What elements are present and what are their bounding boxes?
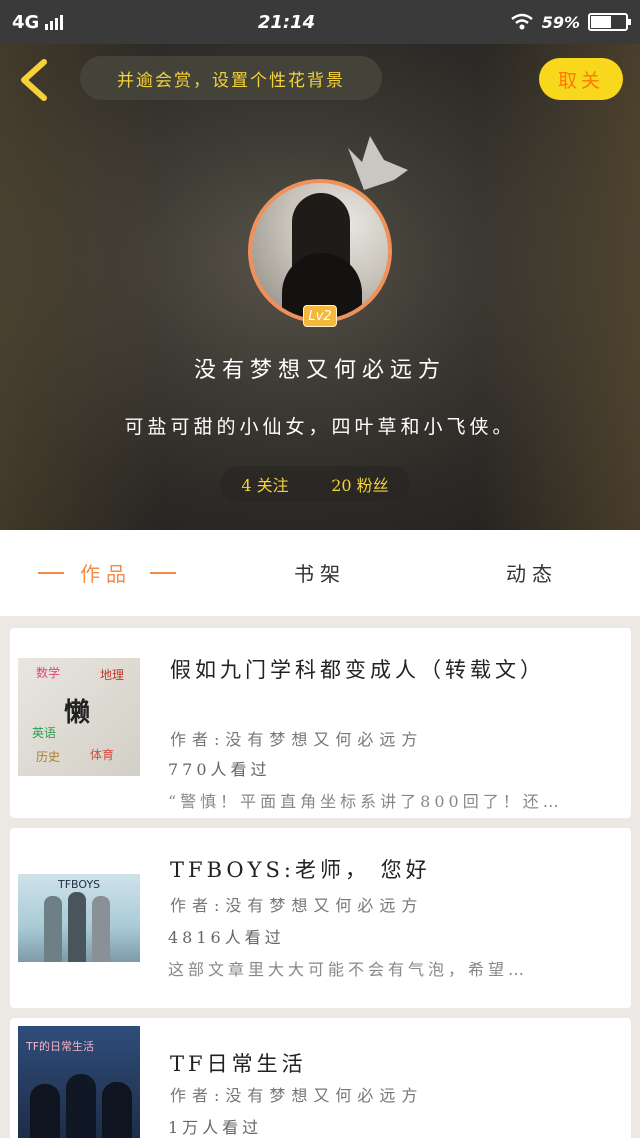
tab-works[interactable]: 作品 — [80, 558, 132, 587]
stats-pill: 4 关注 20 粉丝 — [220, 466, 410, 502]
status-time: 21:14 — [257, 11, 316, 33]
tab-bookshelf[interactable]: 书架 — [294, 558, 346, 587]
battery-icon — [588, 13, 631, 31]
work-author: 作者:没有梦想又何必远方 — [170, 896, 424, 915]
work-card[interactable]: 数学 地理 英语 懒 历史 体育 假如九门学科都变成人（转载文） 作者:没有梦想… — [10, 628, 631, 818]
status-left: 4G — [12, 11, 64, 33]
battery-percent: 59% — [541, 12, 580, 32]
cover-label: 地理 — [100, 668, 125, 682]
tab-activity[interactable]: 动态 — [506, 558, 558, 587]
bio: 可盐可甜的小仙女，四叶草和小飞侠。 — [124, 416, 516, 438]
work-author: 作者:没有梦想又何必远方 — [170, 1086, 424, 1105]
cover-label: 懒 — [64, 698, 91, 728]
work-card[interactable]: TFBOYS TFBOYS:老师， 您好 作者:没有梦想又何必远方 4816人看… — [10, 828, 631, 1008]
cover-figure — [92, 896, 110, 962]
work-cover: TF的日常生活 — [18, 1026, 140, 1138]
work-views: 1万人看过 — [168, 1118, 263, 1137]
cover-figure — [68, 892, 86, 962]
followers-count[interactable]: 20 粉丝 — [331, 472, 388, 496]
username: 没有梦想又何必远方 — [193, 358, 446, 383]
work-views: 770人看过 — [168, 760, 271, 779]
work-snippet: “警慎！平面直角坐标系讲了800回了！还… — [168, 792, 563, 811]
work-title[interactable]: TF日常生活 — [170, 1048, 307, 1078]
status-bar: 4G 21:14 59% — [0, 0, 640, 44]
status-right: 59% — [510, 12, 631, 32]
level-badge: Lv2 — [303, 305, 337, 327]
work-cover: 数学 地理 英语 懒 历史 体育 — [18, 658, 140, 776]
cover-label: 体育 — [90, 748, 115, 762]
work-title[interactable]: TFBOYS:老师， 您好 — [170, 854, 431, 884]
cover-label: 数学 — [36, 666, 61, 680]
avatar[interactable] — [248, 179, 392, 323]
cover-figure — [30, 1084, 60, 1138]
work-title[interactable]: 假如九门学科都变成人（转载文） — [170, 654, 545, 684]
work-card[interactable]: TF的日常生活 TF日常生活 作者:没有梦想又何必远方 1万人看过 — [10, 1018, 631, 1138]
cover-label: TFBOYS — [58, 878, 101, 891]
background-setting-pill[interactable]: 并逾会赏，设置个性花背景 — [80, 56, 382, 100]
wifi-icon — [510, 13, 533, 30]
active-tab-dash-right — [150, 572, 176, 574]
back-chevron-icon[interactable] — [14, 58, 54, 102]
active-tab-dash-left — [38, 572, 64, 574]
work-cover: TFBOYS — [18, 874, 140, 962]
battery-fill — [591, 16, 611, 28]
work-snippet: 这部文章里大大可能不会有气泡，希望… — [168, 960, 529, 979]
network-label: 4G — [12, 11, 40, 33]
following-count[interactable]: 4 关注 — [241, 472, 288, 496]
signal-icon — [45, 14, 64, 30]
work-views: 4816人看过 — [168, 928, 285, 947]
work-author: 作者:没有梦想又何必远方 — [170, 730, 424, 749]
cover-label: 英语 — [32, 726, 57, 740]
unfollow-button[interactable]: 取关 — [539, 58, 623, 100]
cover-label: 历史 — [36, 750, 61, 764]
profile-header: 并逾会赏，设置个性花背景 取关 Lv2 没有梦想又何必远方 可盐可甜的小仙女，四… — [0, 44, 640, 530]
cover-figure — [66, 1074, 96, 1138]
cover-label: TF的日常生活 — [26, 1040, 95, 1053]
cover-figure — [44, 896, 62, 962]
profile-tabs: 作品 书架 动态 — [0, 530, 640, 616]
cover-figure — [102, 1082, 132, 1138]
